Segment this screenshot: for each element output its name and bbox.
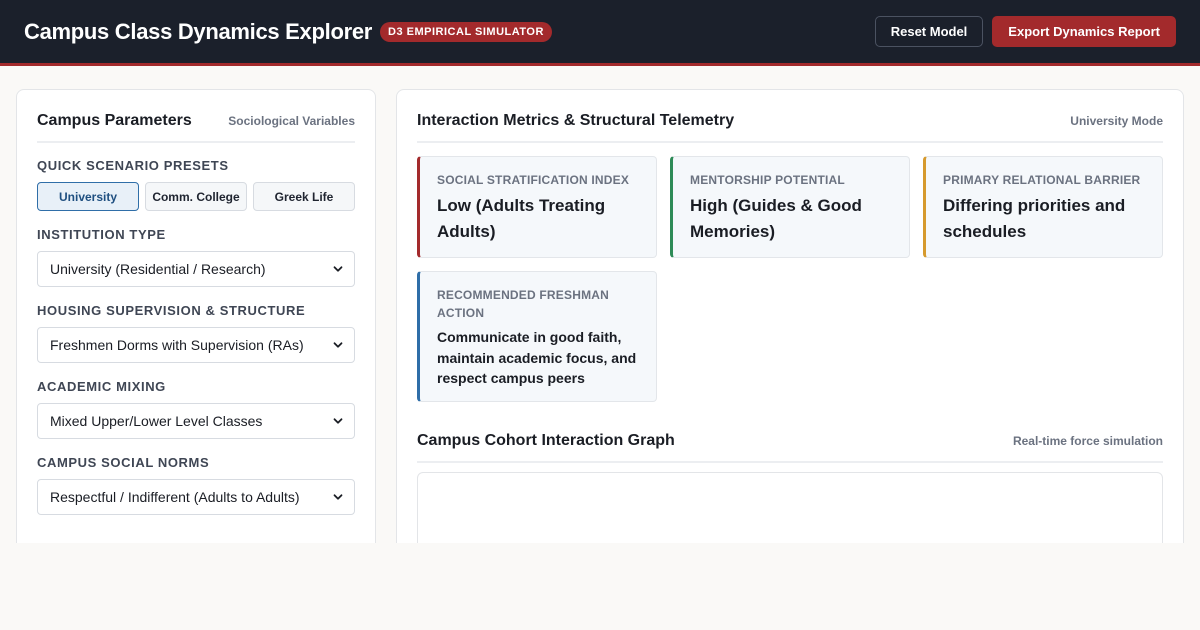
workspace: Campus Parameters Sociological Variables… — [0, 69, 1200, 543]
interaction-graph-canvas[interactable] — [417, 471, 1163, 543]
chevron-down-icon — [333, 494, 343, 500]
telemetry-panel: Interaction Metrics & Structural Telemet… — [396, 89, 1184, 543]
reset-model-button[interactable]: Reset Model — [874, 16, 984, 47]
metric-label: PRIMARY RELATIONAL BARRIER — [943, 173, 1141, 187]
metric-label: MENTORSHIP POTENTIAL — [690, 173, 845, 187]
metric-mentorship-card: MENTORSHIP POTENTIAL High (Guides & Good… — [670, 156, 910, 258]
institution-type-value: University (Residential / Research) — [50, 261, 266, 277]
parameters-header: Campus Parameters Sociological Variables — [37, 112, 355, 143]
institution-type-select[interactable]: University (Residential / Research) — [37, 251, 355, 287]
metric-value: Low (Adults Treating Adults) — [437, 196, 606, 241]
metric-stratification-card: SOCIAL STRATIFICATION INDEX Low (Adults … — [417, 156, 657, 258]
institution-type-label: INSTITUTION TYPE — [37, 227, 166, 242]
metric-value: Communicate in good faith, maintain acad… — [437, 329, 637, 386]
social-norms-value: Respectful / Indifferent (Adults to Adul… — [50, 489, 300, 505]
metric-value: Differing priorities and schedules — [943, 196, 1126, 241]
simulator-badge: D3 EMPIRICAL SIMULATOR — [380, 21, 552, 42]
metric-value: High (Guides & Good Memories) — [690, 196, 862, 241]
preset-group: University Comm. College Greek Life — [37, 182, 355, 211]
parameters-subtitle: Sociological Variables — [228, 114, 355, 128]
telemetry-header: Interaction Metrics & Structural Telemet… — [417, 112, 1163, 143]
academic-mixing-value: Mixed Upper/Lower Level Classes — [50, 413, 263, 429]
metric-label: SOCIAL STRATIFICATION INDEX — [437, 173, 630, 187]
metric-action-card: RECOMMENDED FRESHMAN ACTION Communicate … — [417, 271, 657, 402]
parameters-title: Campus Parameters — [37, 112, 192, 129]
chevron-down-icon — [333, 342, 343, 348]
telemetry-title: Interaction Metrics & Structural Telemet… — [417, 112, 735, 129]
mode-indicator: University Mode — [1070, 114, 1163, 128]
academic-mixing-label: ACADEMIC MIXING — [37, 379, 166, 394]
presets-label: QUICK SCENARIO PRESETS — [37, 158, 229, 173]
housing-value: Freshmen Dorms with Supervision (RAs) — [50, 337, 304, 353]
graph-subtitle: Real-time force simulation — [1012, 433, 1163, 448]
preset-comm-college-button[interactable]: Comm. College — [145, 182, 247, 211]
export-report-button[interactable]: Export Dynamics Report — [992, 16, 1176, 47]
brand: Campus Class Dynamics Explorer D3 EMPIRI… — [24, 19, 552, 45]
graph-header: Campus Cohort Interaction Graph Real-tim… — [417, 432, 1163, 463]
social-norms-label: CAMPUS SOCIAL NORMS — [37, 455, 210, 470]
metric-barrier-card: PRIMARY RELATIONAL BARRIER Differing pri… — [923, 156, 1163, 258]
metrics-grid: SOCIAL STRATIFICATION INDEX Low (Adults … — [417, 156, 1163, 402]
housing-select[interactable]: Freshmen Dorms with Supervision (RAs) — [37, 327, 355, 363]
metric-label: RECOMMENDED FRESHMAN ACTION — [437, 288, 609, 320]
header-actions: Reset Model Export Dynamics Report — [874, 16, 1176, 47]
chevron-down-icon — [333, 266, 343, 272]
social-norms-select[interactable]: Respectful / Indifferent (Adults to Adul… — [37, 479, 355, 515]
graph-title: Campus Cohort Interaction Graph — [417, 431, 675, 449]
chevron-down-icon — [333, 418, 343, 424]
app-header: Campus Class Dynamics Explorer D3 EMPIRI… — [0, 0, 1200, 66]
housing-label: HOUSING SUPERVISION & STRUCTURE — [37, 303, 306, 318]
preset-university-button[interactable]: University — [37, 182, 139, 211]
parameters-panel: Campus Parameters Sociological Variables… — [16, 89, 376, 543]
academic-mixing-select[interactable]: Mixed Upper/Lower Level Classes — [37, 403, 355, 439]
preset-greek-life-button[interactable]: Greek Life — [253, 182, 355, 211]
app-title: Campus Class Dynamics Explorer — [24, 18, 373, 44]
